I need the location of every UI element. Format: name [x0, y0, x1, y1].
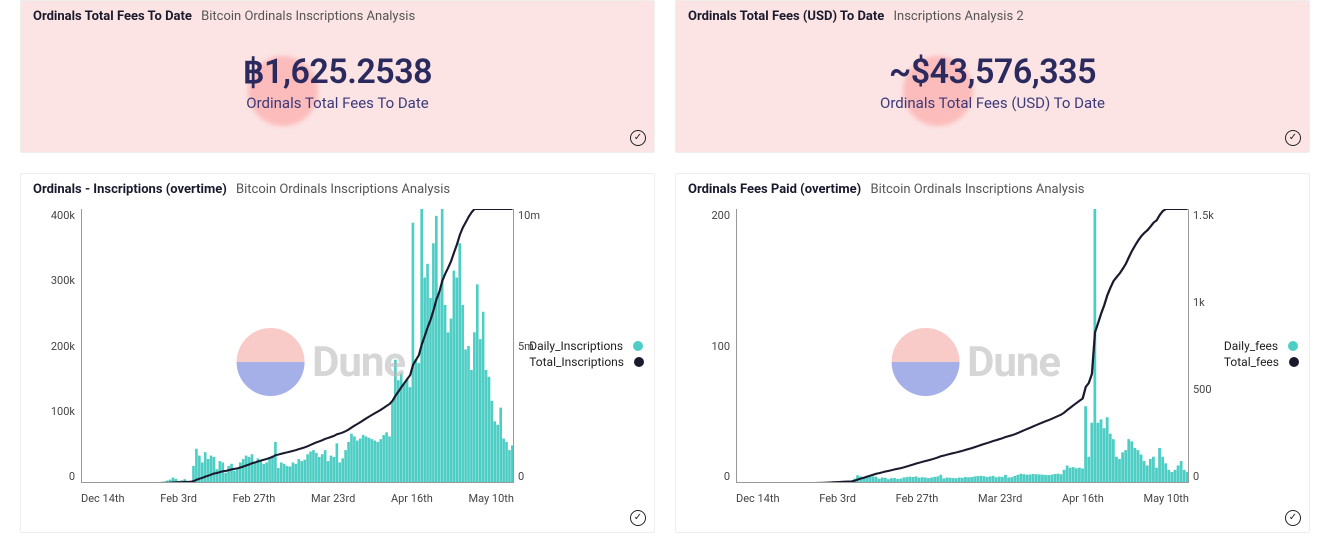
- chart-area-fees: Dune 2001000 1.5k1k5000 Dec 14thFeb 3rdF…: [676, 201, 1309, 511]
- x-tick: Apr 16th: [1062, 492, 1104, 505]
- legend-row-line: Total_Inscriptions: [529, 355, 644, 369]
- chart-area-inscriptions: Dune 400k300k200k100k0 10m5m0 Dec 14thFe…: [21, 201, 654, 511]
- legend-row-bars: Daily_Inscriptions: [529, 339, 644, 353]
- big-number-wrap: ฿1,625.2538 Ordinals Total Fees To Date: [21, 28, 654, 152]
- chart-svg: [81, 209, 514, 483]
- y-tick: 100k: [51, 405, 75, 418]
- chart-svg: [736, 209, 1189, 483]
- verified-icon[interactable]: [630, 510, 646, 526]
- y-axis-left: 200 100 0: [690, 209, 730, 483]
- x-tick: Mar 23rd: [311, 492, 355, 505]
- verified-icon[interactable]: [630, 130, 646, 146]
- y-tick: 1k: [1193, 296, 1233, 309]
- y-tick: 0: [518, 470, 558, 483]
- fees-usd-label: Ordinals Total Fees (USD) To Date: [676, 94, 1309, 112]
- panel-subtitle: Bitcoin Ordinals Inscriptions Analysis: [870, 182, 1084, 197]
- legend-row-line: Total_fees: [1224, 355, 1299, 369]
- y-axis-left: 400k 300k 200k 100k 0: [35, 209, 75, 483]
- panel-subtitle: Inscriptions Analysis 2: [894, 9, 1024, 24]
- panel-header: Ordinals - Inscriptions (overtime) Bitco…: [21, 174, 654, 201]
- panel-subtitle: Bitcoin Ordinals Inscriptions Analysis: [236, 182, 450, 197]
- x-tick: Feb 3rd: [819, 492, 856, 505]
- y-tick: 10m: [518, 209, 558, 222]
- panel-title: Ordinals - Inscriptions (overtime): [33, 182, 227, 197]
- big-number-wrap: ~$43,576,335 Ordinals Total Fees (USD) T…: [676, 28, 1309, 152]
- y-tick: 500: [1193, 383, 1233, 396]
- verified-icon[interactable]: [1285, 510, 1301, 526]
- x-tick: Apr 16th: [391, 492, 433, 505]
- legend-swatch-teal-icon: [633, 341, 643, 351]
- panel-fees-btc: Ordinals Total Fees To Date Bitcoin Ordi…: [20, 0, 655, 153]
- x-tick: May 10th: [468, 492, 513, 505]
- y-tick: 0: [1193, 470, 1233, 483]
- y-tick: 300k: [51, 274, 75, 287]
- legend-swatch-dark-icon: [634, 357, 644, 367]
- y-tick: 0: [69, 470, 75, 483]
- legend-swatch-teal-icon: [1288, 341, 1298, 351]
- y-tick: 100: [711, 340, 730, 353]
- fees-btc-label: Ordinals Total Fees To Date: [21, 94, 654, 112]
- x-axis: Dec 14th Feb 3rd Feb 27th Mar 23rd Apr 16th M…: [736, 492, 1189, 505]
- x-axis: Dec 14th Feb 3rd Feb 27th Mar 23rd Apr 16th M…: [81, 492, 514, 505]
- legend-swatch-dark-icon: [1289, 357, 1299, 367]
- panel-header: Ordinals Fees Paid (overtime) Bitcoin Or…: [676, 174, 1309, 201]
- panel-fees-usd: Ordinals Total Fees (USD) To Date Inscri…: [675, 0, 1310, 153]
- panel-title: Ordinals Fees Paid (overtime): [688, 182, 861, 197]
- panel-fees-chart: Ordinals Fees Paid (overtime) Bitcoin Or…: [675, 173, 1310, 533]
- x-tick: Feb 27th: [896, 492, 939, 505]
- chart-legend: Daily_Inscriptions Total_Inscriptions: [529, 337, 644, 371]
- x-tick: May 10th: [1143, 492, 1188, 505]
- legend-label-bars: Daily_Inscriptions: [529, 339, 623, 353]
- fees-usd-value: ~$43,576,335: [676, 52, 1309, 92]
- x-tick: Dec 14th: [81, 492, 125, 505]
- chart-legend: Daily_fees Total_fees: [1224, 337, 1299, 371]
- legend-row-bars: Daily_fees: [1224, 339, 1299, 353]
- x-tick: Mar 23rd: [978, 492, 1022, 505]
- legend-label-line: Total_Inscriptions: [529, 355, 624, 369]
- y-tick: 1.5k: [1193, 209, 1233, 222]
- panel-header: Ordinals Total Fees (USD) To Date Inscri…: [676, 1, 1309, 28]
- x-tick: Feb 3rd: [160, 492, 197, 505]
- panel-title: Ordinals Total Fees To Date: [33, 9, 192, 24]
- fees-btc-value: ฿1,625.2538: [21, 52, 654, 92]
- x-tick: Dec 14th: [736, 492, 780, 505]
- verified-icon[interactable]: [1285, 130, 1301, 146]
- panel-header: Ordinals Total Fees To Date Bitcoin Ordi…: [21, 1, 654, 28]
- legend-label-bars: Daily_fees: [1224, 339, 1278, 353]
- y-tick: 200: [711, 209, 730, 222]
- x-tick: Feb 27th: [233, 492, 276, 505]
- y-tick: 400k: [51, 209, 75, 222]
- legend-label-line: Total_fees: [1224, 355, 1279, 369]
- y-tick: 200k: [51, 340, 75, 353]
- panel-inscriptions-chart: Ordinals - Inscriptions (overtime) Bitco…: [20, 173, 655, 533]
- panel-subtitle: Bitcoin Ordinals Inscriptions Analysis: [201, 9, 415, 24]
- panel-title: Ordinals Total Fees (USD) To Date: [688, 9, 884, 24]
- y-tick: 0: [724, 470, 730, 483]
